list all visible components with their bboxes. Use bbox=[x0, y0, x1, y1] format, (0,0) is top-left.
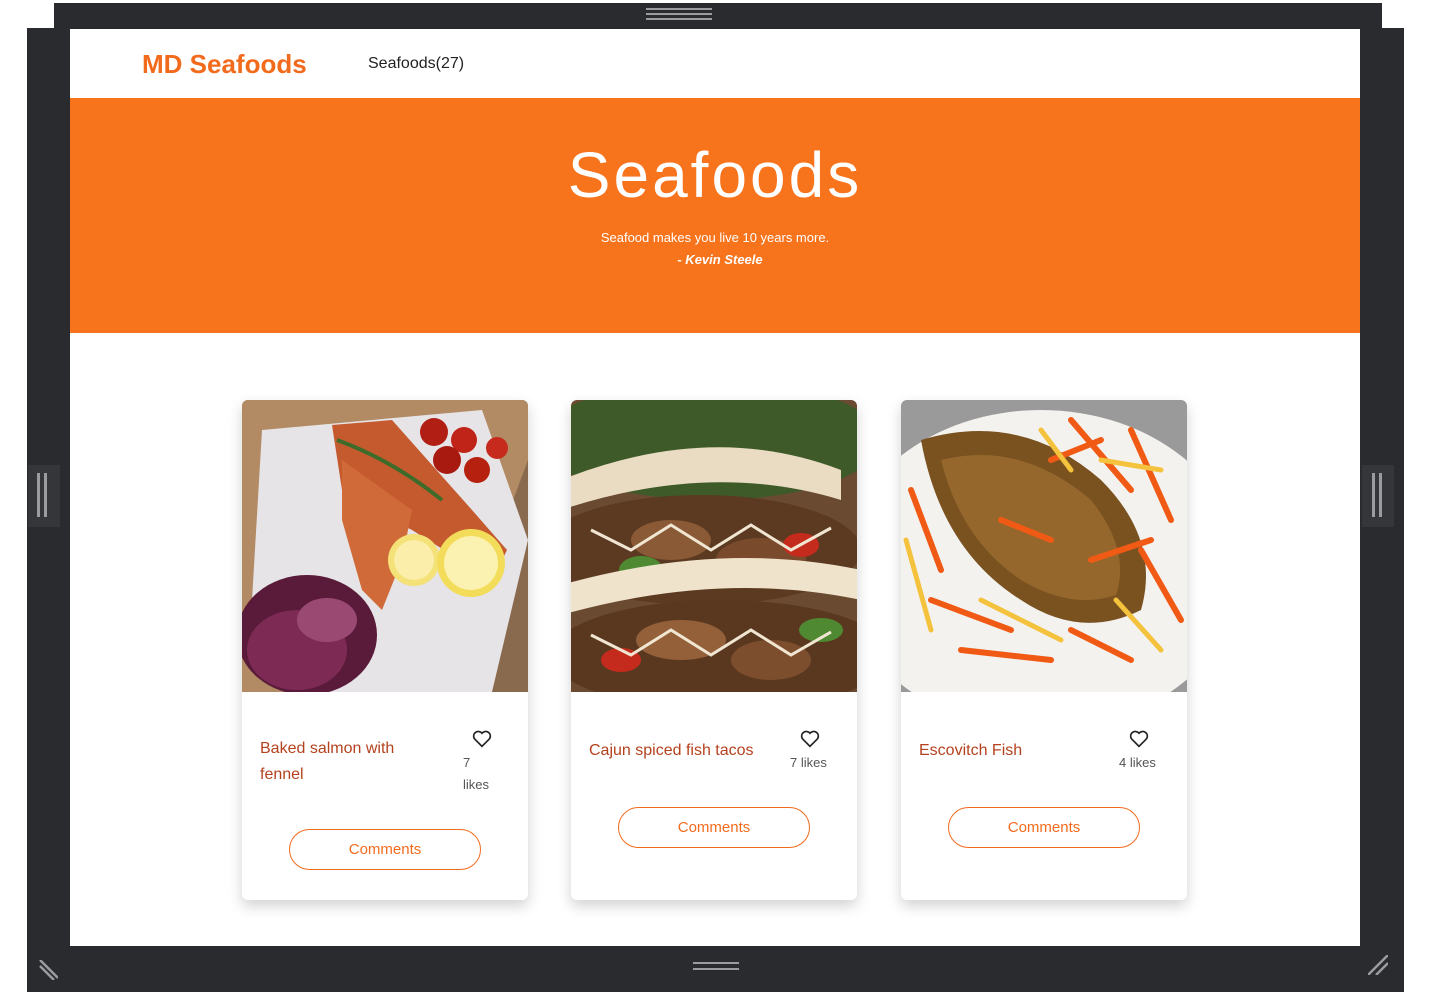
grip-line bbox=[693, 962, 739, 964]
likes-label: likes bbox=[463, 777, 490, 792]
left-resize-handle[interactable] bbox=[28, 465, 60, 527]
heart-like-icon[interactable] bbox=[800, 730, 820, 748]
meal-card: Baked salmon with fennel 7 likes Comment… bbox=[242, 400, 528, 900]
grip-line bbox=[646, 8, 712, 10]
resize-corner-right-icon[interactable] bbox=[1368, 955, 1388, 975]
grip-line bbox=[693, 968, 739, 970]
comments-button[interactable]: Comments bbox=[618, 807, 810, 848]
escovitch-fish-photo bbox=[901, 400, 1187, 692]
likes-count: 7 likes bbox=[790, 755, 827, 770]
likes-count: 7 bbox=[463, 755, 471, 770]
hero-title: Seafoods bbox=[567, 139, 863, 211]
grip-line bbox=[44, 473, 47, 517]
grip-line bbox=[37, 473, 40, 517]
hero-author: - Kevin Steele bbox=[677, 252, 763, 267]
meal-title: Escovitch Fish bbox=[919, 742, 1023, 759]
navbar: MD Seafoods Seafoods(27) bbox=[70, 29, 1360, 98]
fish-tacos-photo bbox=[571, 400, 857, 692]
grip-line bbox=[1372, 473, 1375, 517]
meal-card: Cajun spiced fish tacos 7 likes Comments bbox=[571, 400, 857, 900]
nav-link-seafoods[interactable]: Seafoods(27) bbox=[368, 55, 464, 73]
comments-button[interactable]: Comments bbox=[948, 807, 1140, 848]
hero-quote: Seafood makes you live 10 years more. bbox=[600, 230, 830, 245]
likes-count: 4 likes bbox=[1119, 755, 1156, 770]
brand-logo[interactable]: MD Seafoods bbox=[142, 49, 307, 80]
comments-button[interactable]: Comments bbox=[289, 829, 481, 870]
resize-corner-left-icon[interactable] bbox=[38, 960, 58, 980]
window-frame-top bbox=[54, 3, 1382, 31]
salmon-photo bbox=[242, 400, 528, 692]
grip-line bbox=[646, 18, 712, 20]
right-resize-handle[interactable] bbox=[1362, 465, 1394, 527]
page-viewport: MD Seafoods Seafoods(27) Seafoods Seafoo… bbox=[70, 29, 1360, 946]
meal-title: Baked salmon with fennel bbox=[260, 740, 395, 783]
grip-line bbox=[646, 13, 712, 15]
meal-title: Cajun spiced fish tacos bbox=[589, 742, 754, 759]
grip-line bbox=[1379, 473, 1382, 517]
hero-banner: Seafoods Seafood makes you live 10 years… bbox=[70, 98, 1360, 333]
meal-card: Escovitch Fish 4 likes Comments bbox=[901, 400, 1187, 900]
heart-like-icon[interactable] bbox=[472, 730, 492, 748]
heart-like-icon[interactable] bbox=[1129, 730, 1149, 748]
